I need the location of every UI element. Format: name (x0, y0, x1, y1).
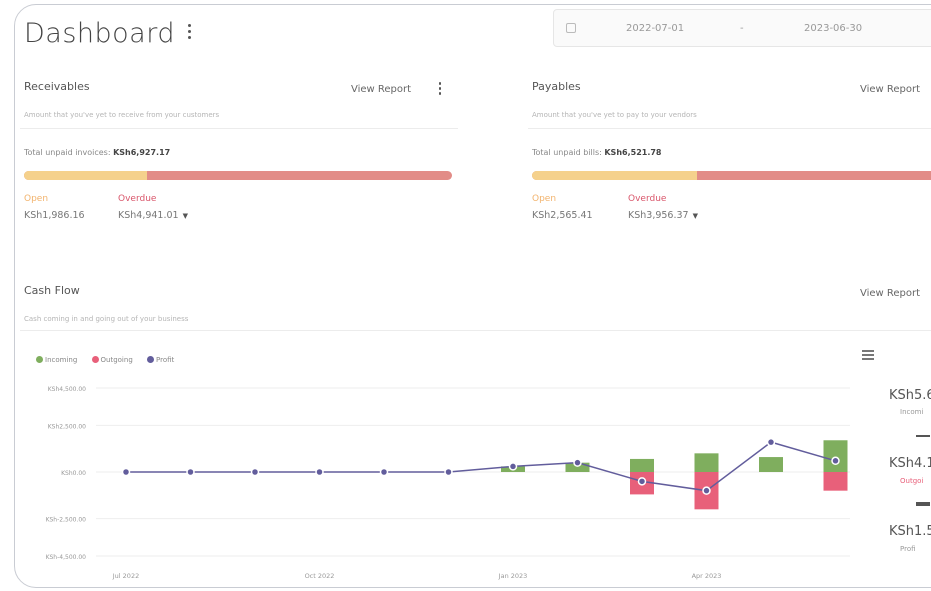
payables-divider (528, 128, 931, 129)
profit-point (444, 467, 453, 477)
receivables-title: Receivables (24, 80, 90, 93)
calendar-icon (566, 23, 576, 33)
x-tick-label: Jul 2022 (112, 572, 139, 580)
payables-subtitle: Amount that you've yet to pay to your ve… (532, 111, 697, 119)
payables-open-fill (532, 171, 698, 180)
y-tick-label: KSh2,500.00 (48, 423, 86, 430)
kebab-menu-icon[interactable] (186, 24, 192, 40)
summary-equals-sign (916, 502, 930, 506)
profit-point (702, 486, 711, 495)
summary-profit-label: Profi (900, 545, 916, 553)
profit-point (250, 467, 260, 477)
profit-point (831, 456, 840, 466)
payables-open-amount: KSh2,565.41 (532, 210, 593, 221)
page-title: Dashboard (24, 18, 175, 49)
payables-overdue-amount[interactable]: KSh3,956.37 ▼ (628, 210, 698, 221)
receivables-open-fill (24, 171, 147, 180)
x-tick-label: Oct 2022 (305, 572, 335, 580)
cash-flow-view-report-link[interactable]: View Report (860, 288, 920, 299)
cash-flow-chart: KSh4,500.00 KSh2,500.00 KSh0.00 KSh-2,500.0… (46, 386, 850, 580)
receivables-kebab-icon[interactable] (438, 82, 442, 96)
incoming-bar (630, 458, 654, 472)
receivables-open-label: Open (24, 194, 49, 204)
date-range-picker[interactable]: 2022-07-01 - 2023-06-30 (553, 9, 931, 47)
profit-point (508, 462, 518, 471)
y-tick-label: KSh-2,500.00 (46, 517, 87, 524)
incoming-bar (823, 440, 848, 472)
payables-progress-bar (532, 171, 931, 180)
profit-point (315, 467, 324, 477)
x-tick-label: Apr 2023 (692, 572, 722, 580)
payables-overdue-label: Overdue (628, 194, 667, 204)
summary-profit-value: KSh1.5 (889, 524, 931, 539)
profit-point (637, 477, 647, 486)
date-separator: - (740, 23, 744, 34)
incoming-bar (759, 457, 783, 472)
summary-minus-sign (916, 435, 930, 437)
cash-flow-subtitle: Cash coming in and going out of your bus… (24, 315, 189, 323)
y-tick-label: KSh0.00 (61, 470, 86, 477)
profit-line (126, 441, 836, 492)
receivables-overdue-label: Overdue (118, 194, 157, 204)
summary-incoming-label: Incomi (900, 408, 924, 416)
x-tick-label: Jan 2023 (498, 572, 528, 580)
receivables-divider (20, 128, 458, 129)
receivables-view-report-link[interactable]: View Report (351, 84, 411, 95)
payables-open-label: Open (532, 194, 557, 204)
profit-point (766, 437, 776, 447)
profit-point (186, 467, 195, 477)
summary-outgoing-value: KSh4.1 (889, 456, 931, 471)
caret-down-icon[interactable]: ▼ (693, 212, 698, 220)
payables-view-report-link[interactable]: View Report (860, 84, 920, 95)
incoming-bar (694, 453, 719, 472)
date-from[interactable]: 2022-07-01 (626, 23, 684, 34)
caret-down-icon[interactable]: ▼ (183, 212, 188, 220)
summary-incoming-value: KSh5.6 (889, 388, 931, 403)
hamburger-menu-icon[interactable] (862, 350, 874, 360)
cash-flow-divider (20, 330, 931, 331)
receivables-unpaid-total: Total unpaid invoices: KSh6,927.17 (24, 148, 171, 157)
payables-title: Payables (532, 80, 581, 93)
y-tick-label: KSh-4,500.00 (46, 554, 87, 561)
receivables-progress-bar (24, 171, 452, 180)
receivables-subtitle: Amount that you've yet to receive from y… (24, 111, 220, 119)
outgoing-bar (823, 472, 848, 491)
summary-outgoing-label: Outgoi (900, 477, 924, 485)
cash-flow-title: Cash Flow (24, 284, 80, 297)
date-to[interactable]: 2023-06-30 (804, 23, 862, 34)
receivables-overdue-amount[interactable]: KSh4,941.01 ▼ (118, 210, 188, 221)
y-tick-label: KSh4,500.00 (48, 386, 86, 393)
profit-point (573, 458, 582, 467)
profit-point (379, 467, 389, 477)
receivables-open-amount: KSh1,986.16 (24, 210, 85, 221)
payables-unpaid-total: Total unpaid bills: KSh6,521.78 (532, 148, 662, 157)
profit-point (121, 467, 131, 477)
